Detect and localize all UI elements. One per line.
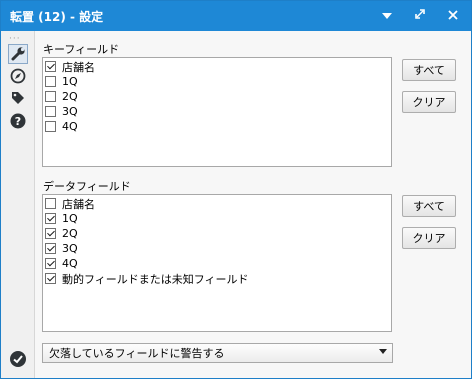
settings-panel: キーフィールド 店舗名 1Q 2Q 3Q 4Q すべて クリア データフィールド…	[35, 31, 471, 378]
checkbox[interactable]	[45, 61, 56, 72]
sidebar: ··· ?	[1, 31, 35, 378]
key-clear-button[interactable]: クリア	[402, 91, 456, 113]
key-select-all-button[interactable]: すべて	[402, 59, 456, 81]
checkbox[interactable]	[45, 121, 56, 132]
checkbox[interactable]	[45, 258, 56, 269]
list-item[interactable]: 2Q	[45, 226, 391, 241]
checkbox[interactable]	[45, 228, 56, 239]
tag-icon[interactable]	[8, 88, 28, 108]
configuration-window: 転置 (12) - 設定 ··· ? キーフィールド 店舗名 1Q 2Q 3Q …	[0, 0, 472, 379]
data-select-all-button[interactable]: すべて	[402, 195, 456, 217]
data-fields-list[interactable]: 店舗名 1Q 2Q 3Q 4Q 動的フィールドまたは未知フィールド	[42, 194, 392, 332]
list-item[interactable]: 1Q	[45, 74, 391, 89]
drag-handle[interactable]: ···	[9, 35, 21, 44]
wrench-icon[interactable]	[8, 44, 28, 64]
list-item[interactable]: 1Q	[45, 211, 391, 226]
restore-icon[interactable]	[410, 6, 430, 26]
checkbox[interactable]	[45, 273, 56, 284]
dropdown-value: 欠落しているフィールドに警告する	[49, 347, 225, 360]
list-item[interactable]: 2Q	[45, 89, 391, 104]
checkbox[interactable]	[45, 213, 56, 224]
list-item[interactable]: 3Q	[45, 104, 391, 119]
data-fields-label: データフィールド	[43, 180, 131, 193]
list-item[interactable]: 動的フィールドまたは未知フィールド	[45, 271, 391, 286]
list-item[interactable]: 4Q	[45, 119, 391, 134]
checkbox[interactable]	[45, 106, 56, 117]
checkbox[interactable]	[45, 243, 56, 254]
key-fields-label: キーフィールド	[43, 43, 120, 56]
help-icon[interactable]: ?	[8, 111, 28, 131]
list-item[interactable]: 店舗名	[45, 196, 391, 211]
title-bar: 転置 (12) - 設定	[1, 1, 471, 31]
svg-text:?: ?	[15, 115, 21, 128]
checkbox[interactable]	[45, 91, 56, 102]
data-clear-button[interactable]: クリア	[402, 227, 456, 249]
navigator-icon[interactable]	[8, 66, 28, 86]
list-item[interactable]: 3Q	[45, 241, 391, 256]
chevron-down-icon[interactable]	[379, 348, 387, 358]
list-item[interactable]: 4Q	[45, 256, 391, 271]
close-icon[interactable]	[443, 6, 463, 26]
checkmark-icon	[10, 351, 26, 367]
chevron-down-icon[interactable]	[377, 6, 397, 26]
list-item[interactable]: 店舗名	[45, 59, 391, 74]
checkbox[interactable]	[45, 198, 56, 209]
checkbox[interactable]	[45, 76, 56, 87]
window-title: 転置 (12) - 設定	[10, 10, 104, 24]
missing-field-dropdown[interactable]: 欠落しているフィールドに警告する	[42, 343, 393, 363]
key-fields-list[interactable]: 店舗名 1Q 2Q 3Q 4Q	[42, 57, 392, 167]
